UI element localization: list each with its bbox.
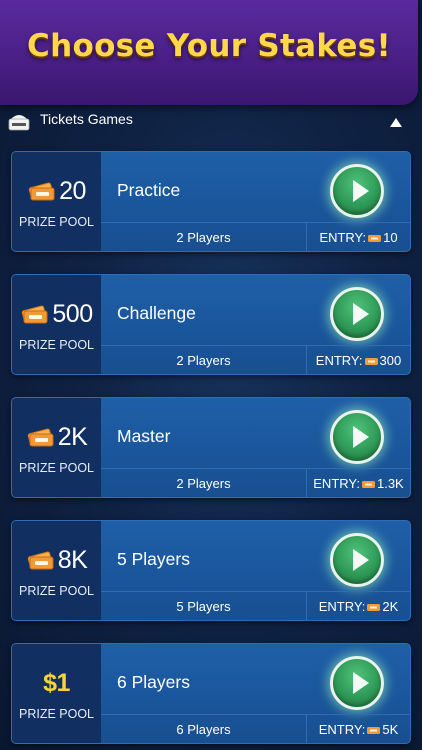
tickets-icon bbox=[27, 551, 54, 570]
players-count: 2 Players bbox=[176, 230, 231, 245]
tickets-icon bbox=[22, 305, 48, 324]
prize-panel: 20 PRIZE POOL bbox=[12, 152, 101, 251]
players-count: 2 Players bbox=[176, 476, 231, 491]
prize-amount: $1 bbox=[12, 666, 101, 700]
entry-fee: ENTRY: 2K bbox=[307, 599, 410, 614]
game-card-6-players[interactable]: $1 PRIZE POOL 6 Players 6 Players ENTRY:… bbox=[11, 643, 411, 744]
card-footer: 2 Players ENTRY: 1.3K bbox=[101, 468, 410, 497]
prize-amount: 2K bbox=[12, 420, 101, 454]
play-icon bbox=[353, 672, 369, 694]
header-banner: Choose Your Stakes! bbox=[0, 0, 418, 105]
tickets-icon bbox=[28, 182, 55, 201]
prize-value: 2K bbox=[57, 422, 88, 451]
prize-value: 500 bbox=[52, 299, 93, 328]
players-count: 5 Players bbox=[176, 599, 231, 614]
play-icon bbox=[353, 180, 369, 202]
game-title: Practice bbox=[117, 180, 181, 200]
play-button[interactable] bbox=[330, 533, 384, 587]
play-button[interactable] bbox=[330, 410, 384, 464]
game-card-master[interactable]: 2K PRIZE POOL Master 2 Players ENTRY: 1.… bbox=[11, 397, 411, 498]
play-icon bbox=[353, 303, 369, 325]
entry-label: ENTRY: bbox=[315, 353, 363, 368]
game-title: Master bbox=[117, 426, 171, 446]
page-title: Choose Your Stakes! bbox=[27, 28, 391, 64]
prize-pool-label: PRIZE POOL bbox=[18, 584, 95, 598]
entry-value: 1.3K bbox=[376, 476, 404, 491]
prize-value: $1 bbox=[43, 668, 70, 697]
entry-value: 10 bbox=[383, 230, 398, 245]
play-button[interactable] bbox=[330, 656, 384, 710]
entry-fee: ENTRY: 300 bbox=[307, 353, 410, 368]
entry-label: ENTRY: bbox=[319, 230, 367, 245]
game-card-5-players[interactable]: 8K PRIZE POOL 5 Players 5 Players ENTRY:… bbox=[11, 520, 411, 621]
entry-fee: ENTRY: 5K bbox=[307, 722, 410, 737]
game-title: 5 Players bbox=[117, 549, 190, 569]
game-title: Challenge bbox=[117, 303, 196, 323]
collapse-arrow-icon[interactable] bbox=[390, 118, 402, 127]
entry-value: 2K bbox=[382, 599, 399, 614]
card-footer: 6 Players ENTRY: 5K bbox=[101, 714, 410, 743]
prize-panel: 500 PRIZE POOL bbox=[12, 275, 101, 374]
prize-panel: 8K PRIZE POOL bbox=[12, 521, 101, 620]
play-icon bbox=[353, 549, 369, 571]
prize-amount: 8K bbox=[12, 543, 101, 577]
play-button[interactable] bbox=[330, 287, 384, 341]
card-footer: 2 Players ENTRY: 300 bbox=[101, 345, 410, 374]
entry-value: 300 bbox=[379, 353, 402, 368]
prize-amount: 500 bbox=[12, 297, 101, 331]
card-footer: 2 Players ENTRY: 10 bbox=[101, 222, 410, 251]
ticket-icon bbox=[361, 480, 375, 488]
game-title: 6 Players bbox=[117, 672, 190, 692]
section-title: Tickets Games bbox=[40, 111, 133, 127]
play-icon bbox=[353, 426, 369, 448]
game-card-practice[interactable]: 20 PRIZE POOL Practice 2 Players ENTRY: … bbox=[11, 151, 411, 252]
prize-pool-label: PRIZE POOL bbox=[18, 707, 95, 721]
entry-label: ENTRY: bbox=[313, 476, 360, 491]
entry-label: ENTRY: bbox=[318, 599, 366, 614]
ticket-badge-icon bbox=[8, 115, 30, 131]
ticket-icon bbox=[364, 357, 378, 365]
ticket-icon bbox=[368, 234, 382, 242]
players-count: 2 Players bbox=[176, 353, 231, 368]
ticket-icon bbox=[367, 603, 381, 611]
entry-fee: ENTRY: 10 bbox=[307, 230, 410, 245]
tickets-icon bbox=[27, 428, 54, 447]
card-footer: 5 Players ENTRY: 2K bbox=[101, 591, 410, 620]
entry-value: 5K bbox=[382, 722, 399, 737]
ticket-icon bbox=[367, 726, 381, 734]
prize-pool-label: PRIZE POOL bbox=[18, 461, 95, 475]
play-button[interactable] bbox=[330, 164, 384, 218]
prize-panel: 2K PRIZE POOL bbox=[12, 398, 101, 497]
game-card-challenge[interactable]: 500 PRIZE POOL Challenge 2 Players ENTRY… bbox=[11, 274, 411, 375]
prize-value: 8K bbox=[57, 545, 88, 574]
players-count: 6 Players bbox=[176, 722, 231, 737]
prize-pool-label: PRIZE POOL bbox=[18, 338, 95, 352]
entry-fee: ENTRY: 1.3K bbox=[307, 476, 410, 491]
prize-panel: $1 PRIZE POOL bbox=[12, 644, 101, 743]
prize-amount: 20 bbox=[12, 174, 101, 208]
prize-value: 20 bbox=[59, 176, 86, 205]
entry-label: ENTRY: bbox=[318, 722, 366, 737]
prize-pool-label: PRIZE POOL bbox=[18, 215, 95, 229]
section-header-tickets-games[interactable]: Tickets Games bbox=[0, 108, 422, 138]
